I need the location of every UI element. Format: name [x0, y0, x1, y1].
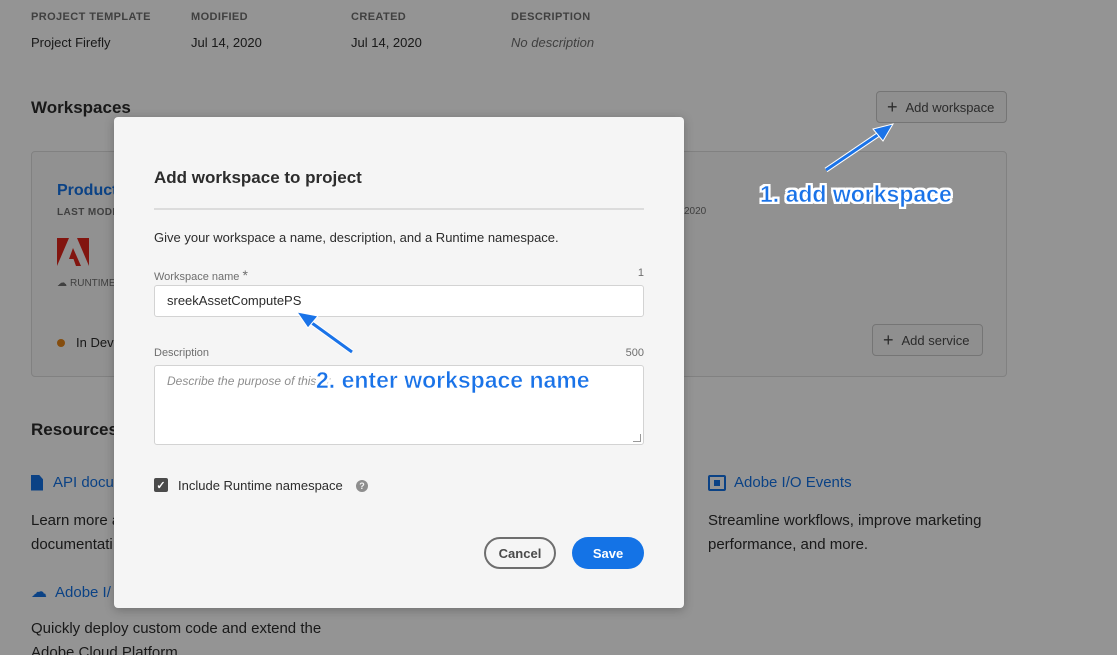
- annotation-arrows: [295, 123, 895, 355]
- annotation-step-1: 1. add workspace: [760, 181, 952, 208]
- annotation-step-2: 2. enter workspace name: [316, 367, 590, 394]
- arrow-to-name-input: [295, 311, 354, 355]
- arrow-to-add-workspace: [824, 123, 895, 173]
